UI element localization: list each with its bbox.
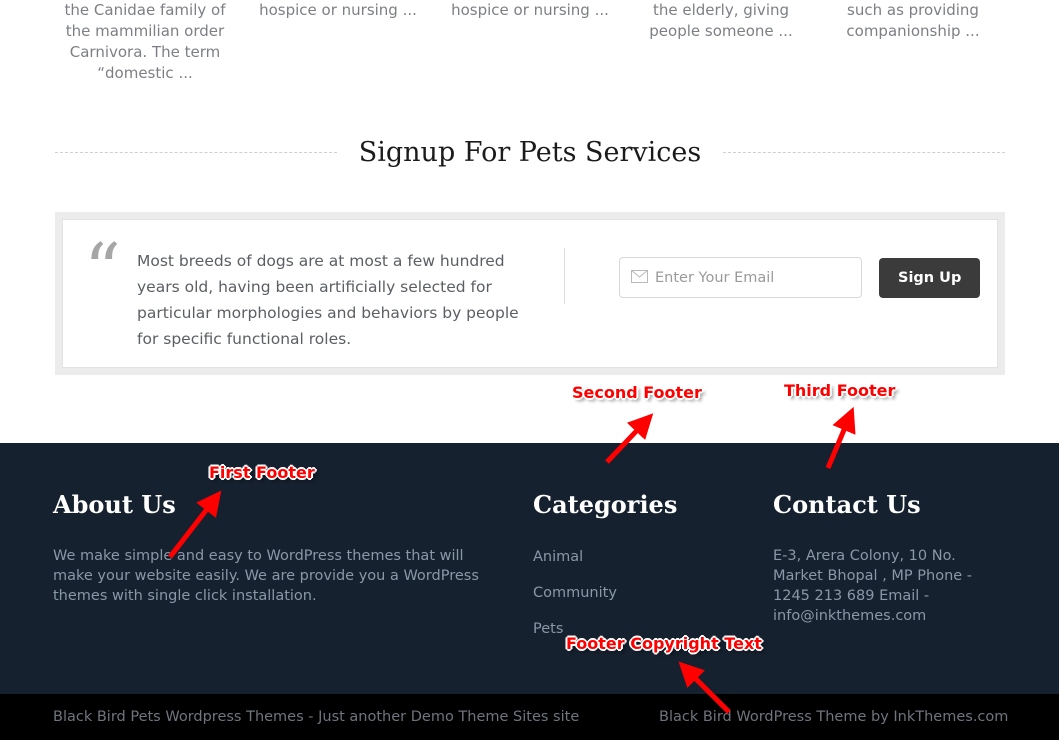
sign-up-button[interactable]: Sign Up [879,257,981,298]
footer-contact-title: Contact Us [773,490,921,519]
footer-widget-categories: Categories Animal Community Pets [533,490,733,654]
envelope-icon [631,268,648,287]
signup-section-heading: Signup For Pets Services [55,137,1006,168]
category-link-community[interactable]: Community [533,585,617,601]
email-field-wrapper[interactable] [619,257,862,298]
post-excerpt: hospice or nursing ... [451,1,609,19]
footer-categories-title: Categories [533,490,678,519]
footer-widget-about: About Us We make simple and easy to Word… [53,490,503,606]
signup-panel-inner: “ Most breeds of dogs are at most a few … [62,219,998,368]
signup-form: Sign Up [619,257,981,298]
list-item[interactable]: Animal [533,546,733,565]
email-field[interactable] [655,258,861,297]
quote-mark-icon: “ [84,228,121,312]
heading-rule-left [55,152,337,153]
annotation-label-second-footer: Second Footer [572,383,702,402]
signup-panel: “ Most breeds of dogs are at most a few … [55,212,1005,375]
category-link-pets[interactable]: Pets [533,621,563,637]
post-excerpt: the elderly, giving people someone ... [649,1,793,40]
heading-rule-right [723,152,1006,153]
footer-widget-contact: Contact Us E-3, Arera Colony, 10 No. Mar… [773,490,1003,626]
panel-divider [564,248,565,304]
footer-contact-text: E-3, Arera Colony, 10 No. Market Bhopal … [773,548,973,624]
footer-category-list: Animal Community Pets [533,546,733,637]
category-link-animal[interactable]: Animal [533,549,583,565]
site-footer: About Us We make simple and easy to Word… [0,443,1059,694]
footer-about-text: We make simple and easy to WordPress the… [53,548,479,604]
footer-about-title: About Us [53,490,176,519]
footer-copyright-bar: Black Bird Pets Wordpress Themes - Just … [0,694,1059,740]
page-title: Signup For Pets Services [358,137,702,168]
copyright-theme-credit: Black Bird WordPress Theme by InkThemes.… [659,709,1009,725]
post-excerpt: hospice or nursing ... [259,1,417,19]
annotation-label-third-footer: Third Footer [784,381,896,400]
post-excerpt-row: the Canidae family of the mammilian orde… [0,0,1059,110]
post-excerpt: the Canidae family of the mammilian orde… [64,1,226,82]
signup-quote-text: Most breeds of dogs are at most a few hu… [137,252,519,348]
list-item[interactable]: Pets [533,618,733,637]
copyright-site-text: Black Bird Pets Wordpress Themes - Just … [53,709,580,725]
list-item[interactable]: Community [533,582,733,601]
post-excerpt: such as providing companionship ... [846,1,980,40]
